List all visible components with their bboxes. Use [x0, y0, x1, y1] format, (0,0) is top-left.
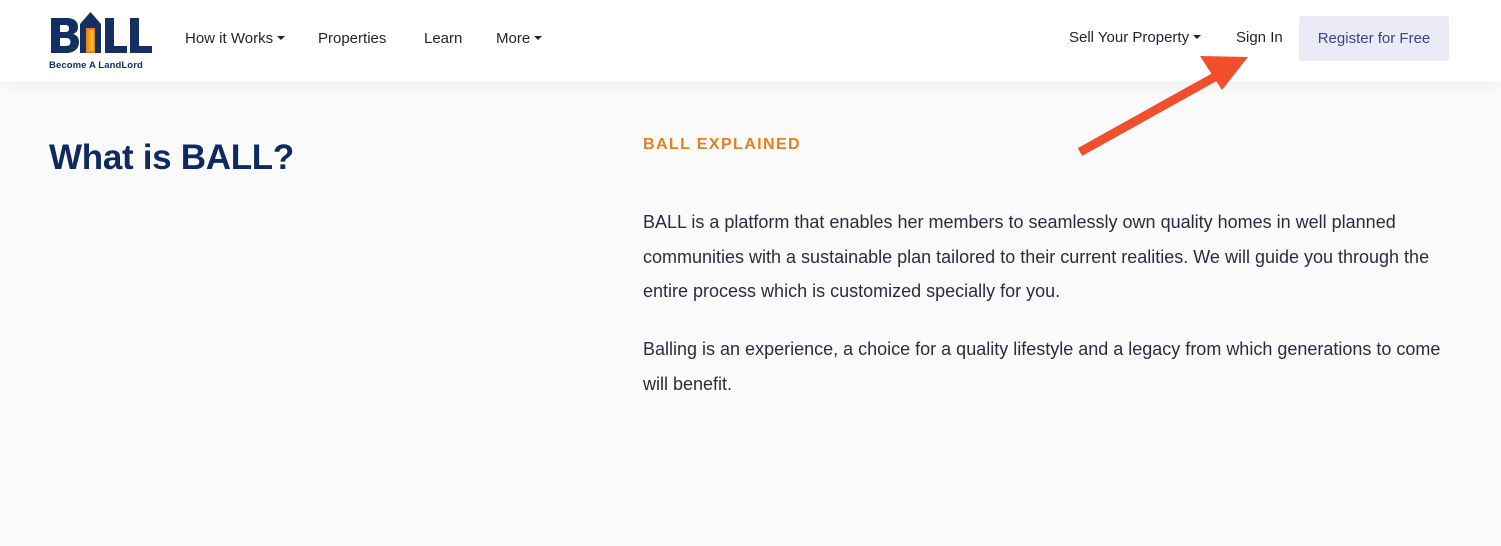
ball-logo-icon: [51, 12, 152, 53]
caret-down-icon: [534, 36, 543, 41]
nav-properties[interactable]: Properties: [318, 30, 386, 48]
register-button[interactable]: Register for Free: [1299, 16, 1449, 61]
intro-paragraph: BALL is a platform that enables her memb…: [643, 212, 1430, 301]
top-navbar: Become A LandLord How it Works Propertie…: [0, 0, 1501, 82]
caret-down-icon: [277, 36, 286, 41]
page-title: What is BALL?: [49, 138, 294, 177]
annotation-arrow-icon: [1077, 56, 1248, 156]
nav-properties-label: Properties: [318, 30, 387, 47]
nav-how-it-works-label: How it Works: [185, 30, 274, 47]
brand-logo-link[interactable]: Become A LandLord: [49, 6, 155, 72]
section-eyebrow: BALL EXPLAINED: [643, 136, 801, 153]
nav-more[interactable]: More: [496, 30, 543, 48]
nav-more-label: More: [496, 30, 531, 47]
secondary-paragraph: Balling is an experience, a choice for a…: [643, 339, 1441, 394]
nav-learn[interactable]: Learn: [424, 30, 462, 48]
logo-tagline: Become A LandLord: [49, 60, 143, 71]
caret-down-icon: [1193, 35, 1202, 40]
nav-how-it-works[interactable]: How it Works: [185, 30, 286, 48]
nav-learn-label: Learn: [424, 30, 463, 47]
